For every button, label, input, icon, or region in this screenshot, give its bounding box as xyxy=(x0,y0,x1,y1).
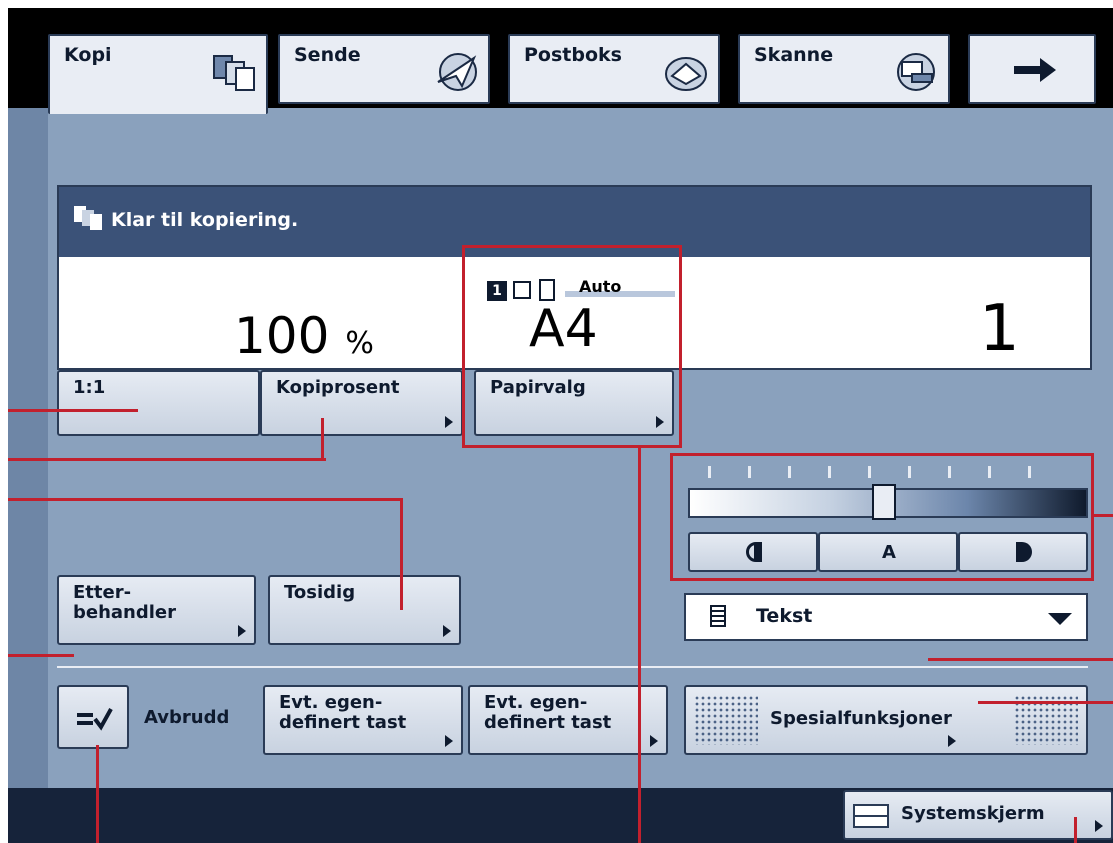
tab-postboks-label: Postboks xyxy=(524,44,622,66)
mailbox-icon xyxy=(665,57,707,91)
callout-line xyxy=(8,409,138,412)
status-display: Klar til kopiering. 100 % 1 Auto A4 1 xyxy=(57,185,1092,370)
callout-line xyxy=(1074,817,1077,843)
interrupt-icon xyxy=(77,708,113,731)
right-arrow-icon xyxy=(1014,58,1056,82)
divider xyxy=(57,666,1088,668)
paper-select-button[interactable]: Papirvalg xyxy=(474,370,674,436)
callout-line xyxy=(8,458,326,461)
text-document-icon xyxy=(710,605,726,627)
chevron-right-icon xyxy=(1095,820,1103,832)
tab-postboks[interactable]: Postboks xyxy=(508,34,720,104)
image-mode-value: Tekst xyxy=(756,605,813,627)
special-features-label: Spesialfunksjoner xyxy=(770,708,952,729)
density-control: A xyxy=(680,460,1088,576)
tab-kopi-label: Kopi xyxy=(64,44,112,66)
paper-plane-icon xyxy=(437,53,477,91)
one-to-one-button[interactable]: 1:1 xyxy=(57,370,260,436)
callout-line xyxy=(400,498,403,610)
copy-ratio-button[interactable]: Kopiprosent xyxy=(260,370,463,436)
tab-sende[interactable]: Sende xyxy=(278,34,490,104)
paper-select-label: Papirvalg xyxy=(490,377,586,398)
two-sided-button[interactable]: Tosidig xyxy=(268,575,461,645)
density-auto-label: A xyxy=(882,542,896,563)
custom-key-1-label: Evt. egen- definert tast xyxy=(279,692,407,733)
status-message: Klar til kopiering. xyxy=(111,209,299,231)
one-to-one-label: 1:1 xyxy=(73,377,106,398)
paper-tray-icon: 1 xyxy=(487,281,507,301)
chevron-right-icon xyxy=(650,735,658,747)
callout-line xyxy=(8,654,74,657)
callout-line xyxy=(8,498,403,501)
copier-touch-panel: Kopi Sende Postboks Skanne Klar til kopi… xyxy=(8,8,1113,843)
density-lighter-button[interactable] xyxy=(688,532,818,572)
callout-line xyxy=(1094,514,1113,517)
chevron-right-icon xyxy=(948,735,956,747)
copy-count: 1 xyxy=(979,292,1020,366)
paper-sheet-icon xyxy=(539,279,555,301)
interrupt-button[interactable] xyxy=(57,685,129,749)
interrupt-label: Avbrudd xyxy=(144,707,230,728)
tab-sende-label: Sende xyxy=(294,44,361,66)
callout-line xyxy=(978,701,1113,704)
finisher-label: Etter- behandler xyxy=(73,582,177,623)
chevron-right-icon xyxy=(443,625,451,637)
copy-ratio-label: Kopiprosent xyxy=(276,377,400,398)
tab-skanne[interactable]: Skanne xyxy=(738,34,950,104)
tab-kopi[interactable]: Kopi xyxy=(48,34,268,114)
paper-auto-label: Auto xyxy=(579,277,622,296)
density-auto-button[interactable]: A xyxy=(818,532,958,572)
density-scale-ticks xyxy=(708,466,1068,478)
dropdown-arrow-icon xyxy=(1048,613,1072,625)
custom-key-2-label: Evt. egen- definert tast xyxy=(484,692,612,733)
paper-size: A4 xyxy=(529,299,598,359)
image-mode-dropdown[interactable]: Tekst xyxy=(684,593,1088,641)
special-features-button[interactable]: Spesialfunksjoner xyxy=(684,685,1088,755)
callout-line xyxy=(928,658,1113,661)
half-circle-right-icon xyxy=(1016,542,1032,562)
status-header: Klar til kopiering. xyxy=(59,187,1090,257)
footer-bar: Systemskjerm xyxy=(8,788,1113,843)
chevron-right-icon xyxy=(445,735,453,747)
density-darker-button[interactable] xyxy=(958,532,1088,572)
finisher-button[interactable]: Etter- behandler xyxy=(57,575,256,645)
callout-line xyxy=(321,418,324,461)
system-monitor-icon xyxy=(853,804,889,828)
copy-icon xyxy=(213,55,255,91)
dot-grid-left-icon xyxy=(694,695,758,745)
chevron-right-icon xyxy=(656,416,664,428)
density-slider-handle[interactable] xyxy=(872,484,896,520)
system-monitor-button[interactable]: Systemskjerm xyxy=(843,790,1113,840)
callout-line xyxy=(638,448,641,843)
zoom-unit: % xyxy=(345,326,374,361)
callout-line xyxy=(96,745,99,843)
scanner-icon xyxy=(897,53,935,91)
paper-stack-icon xyxy=(513,281,531,299)
chevron-right-icon xyxy=(238,625,246,637)
more-tabs-button[interactable] xyxy=(968,34,1096,104)
zoom-value: 100 xyxy=(234,307,330,365)
tab-skanne-label: Skanne xyxy=(754,44,834,66)
two-sided-label: Tosidig xyxy=(284,582,356,603)
chevron-right-icon xyxy=(445,416,453,428)
custom-key-1-button[interactable]: Evt. egen- definert tast xyxy=(263,685,463,755)
half-circle-left-icon xyxy=(746,542,762,562)
system-monitor-label: Systemskjerm xyxy=(901,803,1045,824)
copy-status-icon xyxy=(74,206,102,230)
